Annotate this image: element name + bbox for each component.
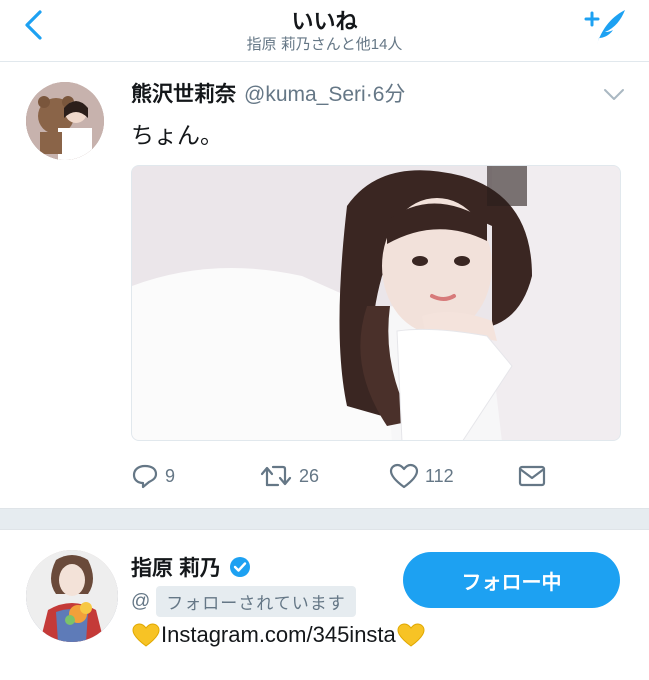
tweet-meta-separator: · — [365, 83, 373, 106]
tweet-author-avatar[interactable] — [26, 82, 104, 160]
reply-count: 9 — [165, 465, 176, 486]
user-avatar[interactable] — [26, 550, 118, 642]
retweet-button[interactable]: 26 — [259, 459, 319, 493]
tweet-header: 熊沢世莉奈 @kuma_Seri·6分 — [131, 78, 405, 108]
message-icon — [518, 465, 546, 487]
user-list-item[interactable]: 指原 莉乃 @ フォローされています フォロー中 Instagram.com/3… — [0, 530, 649, 680]
following-button[interactable]: フォロー中 — [403, 552, 620, 608]
tweet-text: ちょん。 — [131, 122, 223, 148]
follows-you-badge: フォローされています — [156, 586, 356, 617]
header-bar: いいね 指原 莉乃さんと他14人 — [0, 0, 649, 62]
verified-badge-icon — [229, 557, 250, 577]
user-handle-row: @ フォローされています — [131, 586, 356, 617]
section-divider — [0, 508, 649, 530]
user-display-name[interactable]: 指原 莉乃 — [131, 552, 251, 582]
user-name-text: 指原 莉乃 — [131, 557, 221, 580]
message-button[interactable] — [517, 459, 553, 493]
page-title: いいね — [291, 9, 358, 34]
like-button[interactable]: 112 — [389, 459, 454, 493]
page-subtitle: 指原 莉乃さんと他14人 — [246, 36, 403, 53]
caret-down-icon[interactable] — [603, 88, 625, 102]
like-icon — [389, 463, 419, 489]
user-bio: Instagram.com/345insta — [131, 622, 426, 648]
tweet-timestamp[interactable]: 6分 — [373, 83, 406, 106]
user-bio-text: Instagram.com/345insta — [161, 622, 396, 647]
compose-quill-icon[interactable] — [583, 6, 627, 46]
tweet-author-name[interactable]: 熊沢世莉奈 — [131, 83, 236, 106]
tweet-actions: 9 26 112 — [131, 459, 621, 493]
tweet[interactable]: 熊沢世莉奈 @kuma_Seri·6分 ちょん。 9 26 112 — [0, 62, 649, 508]
tweet-author-handle[interactable]: @kuma_Seri — [244, 83, 366, 106]
user-handle: @ — [131, 590, 151, 612]
retweet-icon — [260, 465, 292, 487]
retweet-count: 26 — [299, 465, 320, 486]
yellow-heart-emoji — [397, 623, 425, 647]
like-count: 112 — [425, 465, 454, 486]
reply-icon — [132, 464, 158, 489]
yellow-heart-emoji — [132, 623, 160, 647]
reply-button[interactable]: 9 — [131, 459, 175, 493]
tweet-media-photo[interactable] — [131, 165, 621, 441]
